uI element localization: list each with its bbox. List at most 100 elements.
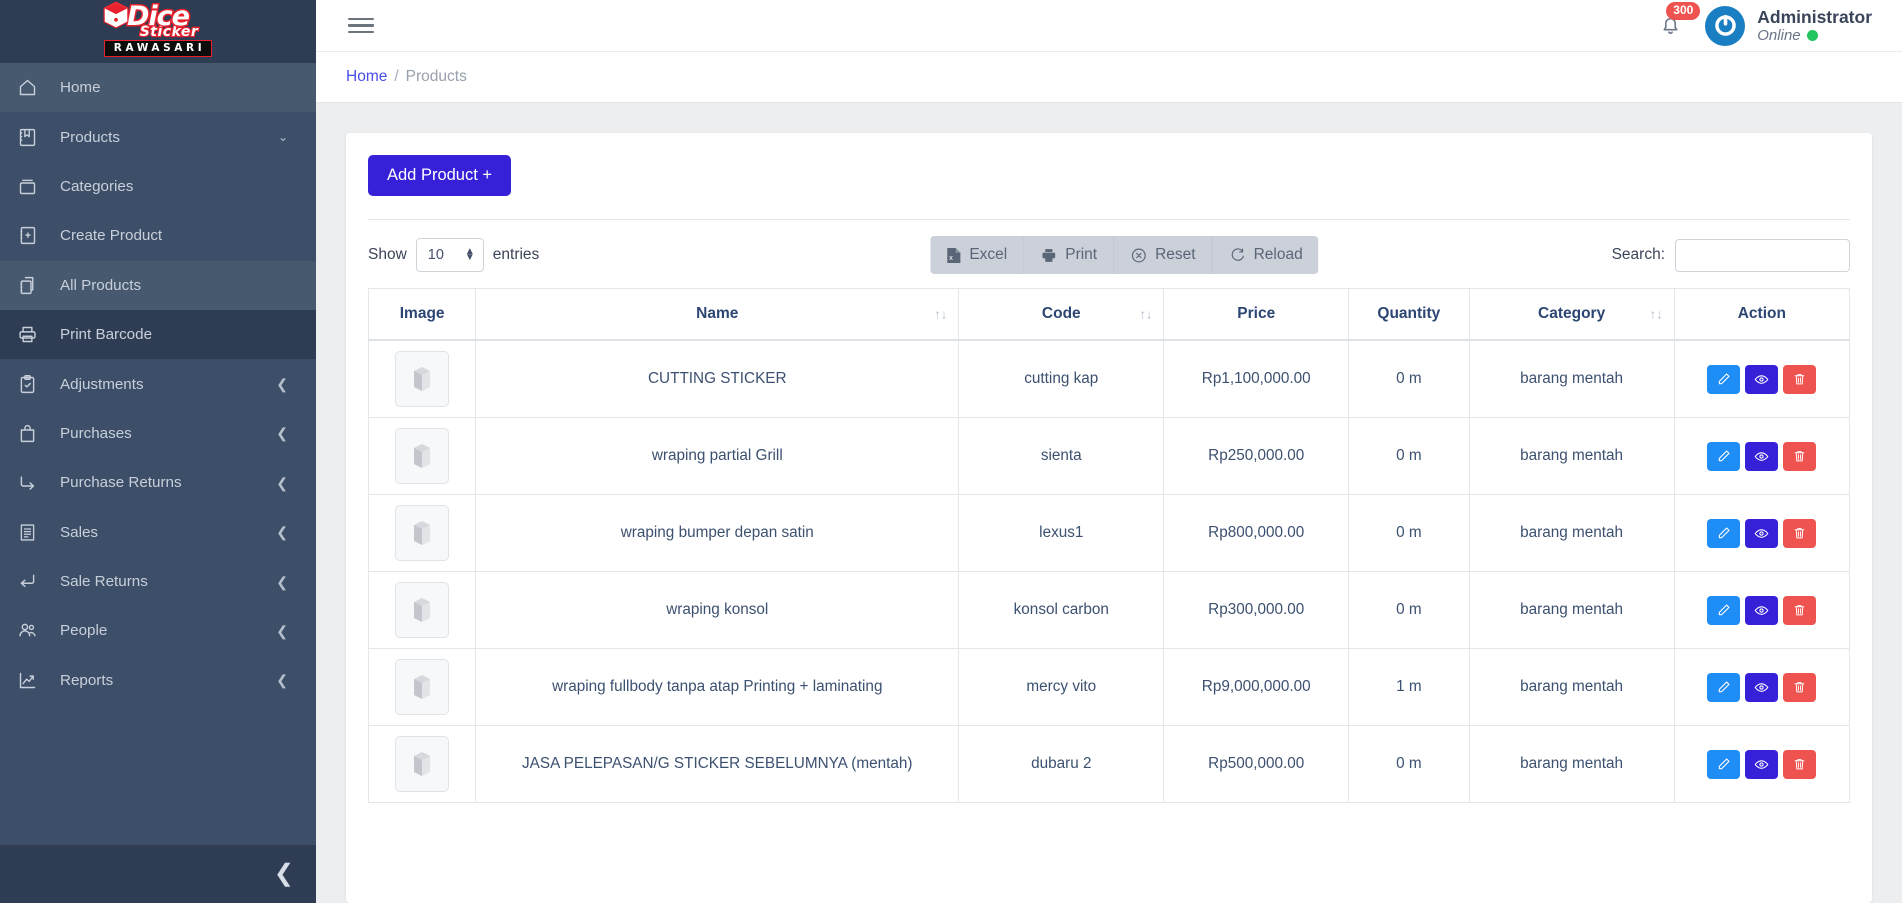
- column-header-image[interactable]: Image: [369, 289, 476, 341]
- chevron-left-icon[interactable]: ❮: [276, 377, 288, 391]
- main-area: 300 Administrator Online: [316, 0, 1902, 903]
- cell-action: [1674, 340, 1849, 418]
- product-thumbnail[interactable]: [395, 351, 449, 407]
- product-thumbnail[interactable]: [395, 736, 449, 792]
- sidebar-item-purchases[interactable]: Purchases ❮: [0, 409, 316, 458]
- sidebar-item-purchase-returns[interactable]: Purchase Returns ❮: [0, 458, 316, 507]
- edit-button[interactable]: [1707, 442, 1740, 471]
- notifications-button[interactable]: 300: [1658, 13, 1683, 38]
- avatar[interactable]: [1705, 6, 1745, 46]
- view-button[interactable]: [1745, 750, 1778, 779]
- logo-dice-text: Dice: [127, 4, 189, 30]
- sidebar-item-print-barcode[interactable]: Print Barcode: [0, 310, 316, 359]
- image-placeholder-icon: [409, 595, 435, 625]
- cell-category: barang mentah: [1469, 418, 1674, 495]
- delete-button[interactable]: [1783, 365, 1816, 394]
- column-header-code[interactable]: Code↑↓: [959, 289, 1164, 341]
- eye-icon: [1754, 372, 1769, 387]
- cell-image: [369, 418, 476, 495]
- product-thumbnail[interactable]: [395, 428, 449, 484]
- chevron-left-icon[interactable]: ❮: [276, 426, 288, 440]
- edit-button[interactable]: [1707, 365, 1740, 394]
- cell-name: wraping bumper depan satin: [476, 495, 959, 572]
- reset-button[interactable]: Reset: [1114, 236, 1213, 274]
- edit-button[interactable]: [1707, 596, 1740, 625]
- brand-logo[interactable]: Dice Sticker RAWASARI: [0, 0, 316, 63]
- chevron-down-icon[interactable]: ⌄: [278, 131, 288, 143]
- column-header-category[interactable]: Category↑↓: [1469, 289, 1674, 341]
- excel-file-icon: x: [946, 247, 961, 264]
- image-placeholder-icon: [409, 441, 435, 471]
- cell-name: JASA PELEPASAN/G STICKER SEBELUMNYA (men…: [476, 726, 959, 803]
- book-icon: [17, 127, 47, 148]
- cell-quantity: 0 m: [1349, 572, 1469, 649]
- column-header-price[interactable]: Price: [1164, 289, 1349, 341]
- edit-button[interactable]: [1707, 673, 1740, 702]
- chevron-left-icon[interactable]: ❮: [276, 525, 288, 539]
- cell-image: [369, 572, 476, 649]
- breadcrumb-home-link[interactable]: Home: [346, 68, 387, 86]
- sort-icon[interactable]: ↑↓: [1139, 307, 1152, 322]
- sidebar-item-reports[interactable]: Reports ❮: [0, 656, 316, 705]
- delete-button[interactable]: [1783, 442, 1816, 471]
- view-button[interactable]: [1745, 519, 1778, 548]
- receipt-icon: [17, 522, 47, 543]
- cell-code: konsol carbon: [959, 572, 1164, 649]
- table-row: wraping partial GrillsientaRp250,000.000…: [369, 418, 1850, 495]
- sidebar-item-sale-returns[interactable]: Sale Returns ❮: [0, 557, 316, 606]
- sort-icon[interactable]: ↑↓: [1650, 307, 1663, 322]
- sidebar-item-all-products[interactable]: All Products: [0, 261, 316, 310]
- chevron-left-icon[interactable]: ❮: [276, 575, 288, 589]
- view-button[interactable]: [1745, 673, 1778, 702]
- sidebar-item-adjustments[interactable]: Adjustments ❮: [0, 359, 316, 408]
- trash-icon: [1793, 372, 1806, 386]
- chevron-left-icon[interactable]: ❮: [276, 673, 288, 687]
- entries-label: entries: [493, 246, 540, 264]
- cell-action: [1674, 495, 1849, 572]
- view-button[interactable]: [1745, 365, 1778, 394]
- svg-text:x: x: [949, 253, 953, 262]
- delete-button[interactable]: [1783, 596, 1816, 625]
- view-button[interactable]: [1745, 442, 1778, 471]
- sidebar-item-categories[interactable]: Categories: [0, 162, 316, 211]
- products-card: Add Product + Show 10 25 50 100 ▲▼: [346, 133, 1872, 903]
- add-product-button[interactable]: Add Product +: [368, 155, 511, 196]
- print-button[interactable]: Print: [1024, 236, 1114, 274]
- cell-price: Rp800,000.00: [1164, 495, 1349, 572]
- view-button[interactable]: [1745, 596, 1778, 625]
- cell-name: CUTTING STICKER: [476, 340, 959, 418]
- cell-price: Rp500,000.00: [1164, 726, 1349, 803]
- edit-button[interactable]: [1707, 750, 1740, 779]
- product-thumbnail[interactable]: [395, 659, 449, 715]
- online-status-dot-icon: [1807, 30, 1818, 41]
- chevron-left-icon[interactable]: ❮: [276, 624, 288, 638]
- column-label: Name: [696, 305, 738, 322]
- sidebar-item-products[interactable]: Products ⌄: [0, 112, 316, 161]
- excel-export-button[interactable]: x Excel: [930, 236, 1024, 274]
- reload-button[interactable]: Reload: [1213, 236, 1319, 274]
- entries-select[interactable]: 10 25 50 100: [416, 238, 484, 272]
- column-header-quantity[interactable]: Quantity: [1349, 289, 1469, 341]
- sidebar-item-sales[interactable]: Sales ❮: [0, 508, 316, 557]
- bag-icon: [17, 423, 47, 444]
- chevron-left-icon[interactable]: ❮: [276, 476, 288, 490]
- product-thumbnail[interactable]: [395, 505, 449, 561]
- trash-icon: [1793, 526, 1806, 540]
- delete-button[interactable]: [1783, 673, 1816, 702]
- sort-icon[interactable]: ↑↓: [934, 307, 947, 322]
- sidebar-collapse-toggle[interactable]: ❮: [0, 845, 316, 903]
- sidebar-item-home[interactable]: Home: [0, 63, 316, 112]
- sidebar-item-people[interactable]: People ❮: [0, 606, 316, 655]
- sidebar-item-create-product[interactable]: Create Product: [0, 211, 316, 260]
- hamburger-menu-icon[interactable]: [346, 14, 376, 38]
- delete-button[interactable]: [1783, 519, 1816, 548]
- column-header-name[interactable]: Name ↑↓: [476, 289, 959, 341]
- cell-code: mercy vito: [959, 649, 1164, 726]
- entries-control: Show 10 25 50 100 ▲▼ entries: [368, 238, 539, 272]
- user-info: Administrator Online: [1757, 7, 1872, 44]
- search-input[interactable]: [1675, 239, 1850, 272]
- cell-action: [1674, 572, 1849, 649]
- product-thumbnail[interactable]: [395, 582, 449, 638]
- edit-button[interactable]: [1707, 519, 1740, 548]
- delete-button[interactable]: [1783, 750, 1816, 779]
